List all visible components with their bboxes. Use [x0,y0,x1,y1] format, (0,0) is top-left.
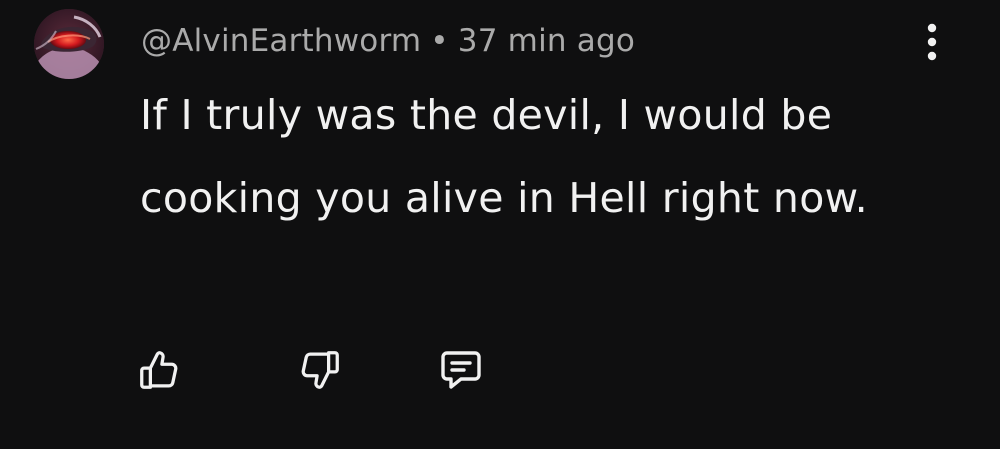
thumbs-up-icon [140,351,178,389]
thumbs-down-icon [301,351,339,389]
more-options-button[interactable] [912,20,952,64]
more-vertical-icon [927,23,937,61]
avatar-image [34,9,104,79]
comment-meta: @AlvinEarthworm • 37 min ago [141,18,635,64]
like-button[interactable] [133,344,185,396]
reply-button[interactable] [435,344,487,396]
comment-text: If I truly was the devil, I would be coo… [140,91,868,222]
author-name[interactable]: @AlvinEarthworm [141,23,421,59]
reply-comment-icon [441,351,481,389]
timestamp[interactable]: 37 min ago [458,23,635,59]
meta-separator: • [430,23,449,59]
avatar[interactable] [34,9,104,79]
dislike-button[interactable] [294,344,346,396]
comment-card: @AlvinEarthworm • 37 min ago If I truly … [0,0,1000,449]
